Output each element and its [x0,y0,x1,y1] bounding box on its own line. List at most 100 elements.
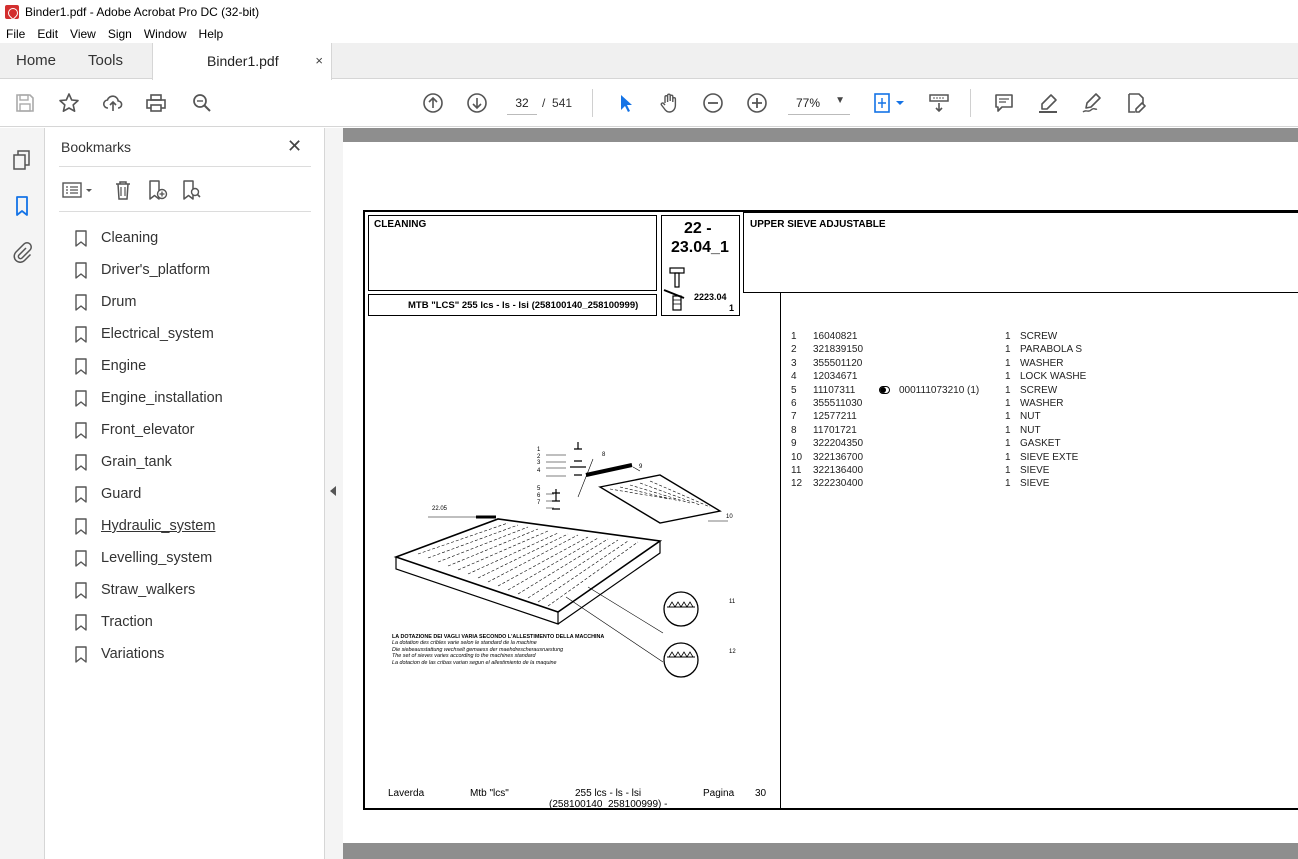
part-no: 1 [791,331,797,342]
part-desc: NUT [1020,411,1041,423]
menu-sign[interactable]: Sign [102,27,138,41]
page-up-icon[interactable] [421,91,445,115]
zoom-value: 77% [796,96,821,110]
select-cursor-icon[interactable] [613,91,637,115]
part-desc: SIEVE [1020,478,1050,490]
comment-icon[interactable] [992,91,1016,115]
bookmark-label: Driver's_platform [101,262,211,278]
bookmark-guard[interactable]: Guard [75,478,223,510]
scroll-mode-icon[interactable] [927,91,951,115]
hand-icon[interactable] [657,91,681,115]
bookmark-drivers-platform[interactable]: Driver's_platform [75,254,223,286]
bookmark-label: Variations [101,646,165,662]
chevron-down-icon: ▼ [835,95,845,106]
window-title: Binder1.pdf - Adobe Acrobat Pro DC (32-b… [25,5,260,19]
save-icon[interactable] [13,91,37,115]
part-no: 7 [791,411,797,423]
page-thumbnails-icon[interactable] [10,148,34,172]
zoom-dropdown[interactable]: 77% ▼ [788,91,850,115]
bookmark-grain-tank[interactable]: Grain_tank [75,446,223,478]
part-qty: 1 [1005,344,1011,356]
page-number-input[interactable] [507,91,537,115]
bookmark-icon [75,645,87,663]
panel-divider [59,166,311,167]
bookmark-label: Engine_installation [101,390,223,406]
part-substitute: 000111073210 (1) [879,384,979,397]
toolbar-separator [592,89,593,117]
bookmark-front-elevator[interactable]: Front_elevator [75,414,223,446]
tab-tools[interactable]: Tools [88,43,123,79]
part-no: 12 [791,478,803,490]
menu-file[interactable]: File [0,27,31,41]
zoom-in-icon[interactable] [745,91,769,115]
bookmark-panel-icon[interactable] [10,194,34,218]
panel-splitter[interactable] [325,128,343,859]
part-qty: 1 [1005,384,1011,396]
page-separator: / [542,96,546,110]
close-tab-icon[interactable]: × [315,43,323,79]
bookmark-cleaning[interactable]: Cleaning [75,222,223,254]
part-desc: PARABOLA S [1020,344,1083,356]
upload-icon[interactable] [101,91,125,115]
code-small: 2223.04 [694,292,727,302]
total-pages: 541 [552,96,573,110]
tab-document[interactable]: Binder1.pdf × [152,43,332,80]
part-code: 11107311 [813,384,856,396]
code-small-sub: 1 [729,303,735,313]
bookmark-drum[interactable]: Drum [75,286,223,318]
bookmark-straw-walkers[interactable]: Straw_walkers [75,574,223,606]
bookmark-search-icon[interactable] [179,178,203,202]
navigation-rail [0,128,45,859]
part-desc: SIEVE EXTE [1020,451,1079,463]
note-line: La dotacion de las cribas varian segun e… [392,659,557,666]
page-down-icon[interactable] [465,91,489,115]
part-no: 5 [791,384,797,396]
print-icon[interactable] [144,91,168,115]
bookmark-label: Hydraulic_system [101,518,216,534]
menu-edit[interactable]: Edit [31,27,64,41]
bookmark-engine[interactable]: Engine [75,350,223,382]
find-icon[interactable] [190,91,214,115]
menu-help[interactable]: Help [193,27,230,41]
bookmark-options-icon[interactable] [59,178,97,202]
zoom-out-icon[interactable] [701,91,725,115]
collapse-panel-icon[interactable] [330,486,336,496]
part-no: 11 [791,464,802,476]
bookmark-icon [75,581,87,599]
fit-page-icon[interactable] [871,91,907,115]
bookmark-variations[interactable]: Variations [75,638,223,670]
tab-home[interactable]: Home [16,43,56,79]
bookmark-engine-installation[interactable]: Engine_installation [75,382,223,414]
delete-bookmark-icon[interactable] [111,178,135,202]
bookmark-label: Front_elevator [101,422,195,438]
part-no: 8 [791,424,797,436]
highlight-icon[interactable] [1036,91,1060,115]
footer-variant: 255 lcs - ls - lsi [575,788,642,799]
star-icon[interactable] [57,91,81,115]
document-viewport[interactable]: CLEANING MTB "LCS" 255 lcs - ls - lsi (2… [343,128,1298,859]
callout-1: 1 [537,447,541,453]
close-panel-icon[interactable]: ✕ [287,136,302,157]
menu-view[interactable]: View [64,27,102,41]
callout-12: 12 [729,649,736,655]
model-line: MTB "LCS" 255 lcs - ls - lsi (258100140_… [408,300,639,311]
part-qty: 1 [1005,424,1011,436]
fill-sign-icon[interactable] [1080,91,1104,115]
bookmark-electrical-system[interactable]: Electrical_system [75,318,223,350]
edit-pdf-icon[interactable] [1124,91,1148,115]
part-no: 10 [791,451,803,463]
page-total-label: / 541 [542,96,572,110]
bookmark-traction[interactable]: Traction [75,606,223,638]
footer-brand: Laverda [388,788,425,799]
part-desc: NUT [1020,424,1041,436]
panel-divider [59,211,311,212]
add-bookmark-icon[interactable] [145,178,169,202]
bookmark-hydraulic-system[interactable]: Hydraulic_system [75,510,223,542]
bookmark-levelling-system[interactable]: Levelling_system [75,542,223,574]
attachment-icon[interactable] [10,240,34,264]
part-code: 12034671 [813,371,858,383]
footer-page-number: 30 [755,788,767,799]
bookmark-icon [75,357,87,375]
menu-window[interactable]: Window [138,27,193,41]
part-desc: WASHER [1020,397,1064,409]
